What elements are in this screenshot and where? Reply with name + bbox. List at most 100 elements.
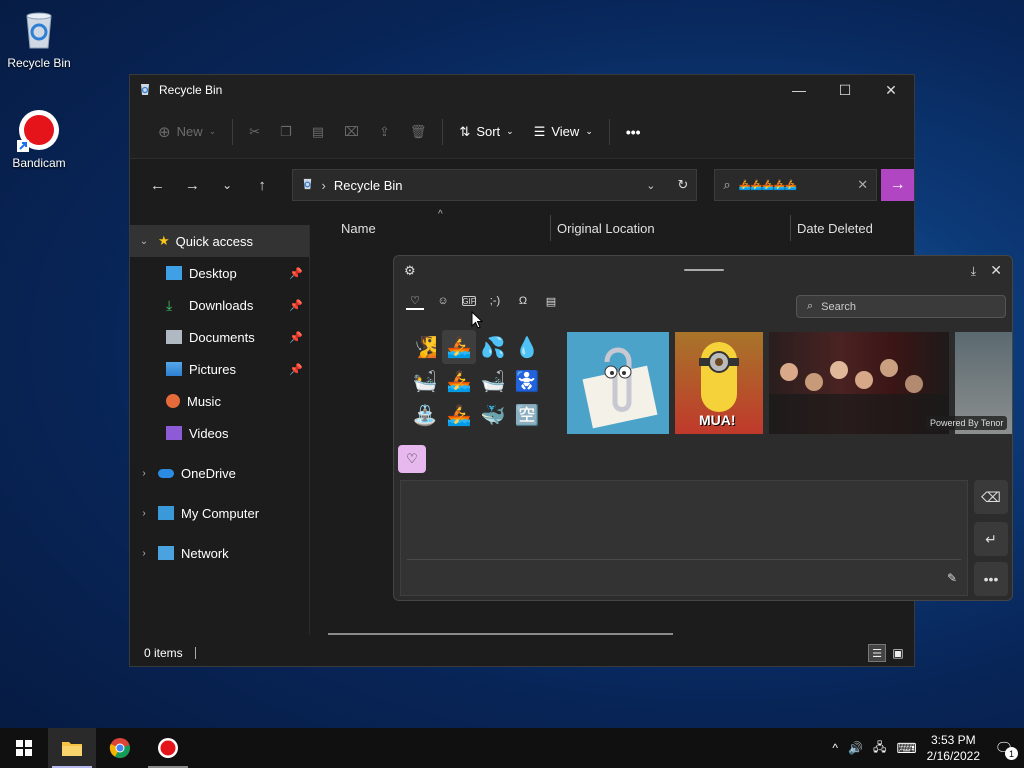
- desktop-icon-recycle-bin[interactable]: Recycle Bin: [0, 8, 78, 70]
- emoji-glyph: 🛁: [480, 370, 506, 393]
- sidebar-item-documents[interactable]: Documents 📌: [130, 321, 309, 353]
- desktop-icon-bandicam[interactable]: Bandicam: [0, 108, 78, 170]
- back-button[interactable]: ←: [142, 170, 173, 200]
- emoji-item[interactable]: 🚼: [510, 364, 544, 398]
- emoji-text-preview[interactable]: ✎: [400, 480, 968, 596]
- column-divider[interactable]: [790, 215, 791, 241]
- tab-recent-heart-icon[interactable]: ♡: [406, 292, 424, 310]
- sidebar-item-onedrive[interactable]: › OneDrive: [130, 457, 309, 489]
- enter-button[interactable]: ↵: [974, 522, 1008, 556]
- notification-center-button[interactable]: 🗨 1: [990, 734, 1018, 762]
- emoji-item[interactable]: 🚣: [442, 398, 476, 432]
- emoji-glyph: 🈳: [514, 404, 540, 427]
- recent-emoji-button[interactable]: ♡: [398, 445, 426, 473]
- tab-emoji-smiley-icon[interactable]: ☺: [434, 292, 452, 310]
- start-button[interactable]: [0, 728, 48, 768]
- handwriting-pen-icon[interactable]: ✎: [947, 571, 957, 585]
- sidebar-item-videos[interactable]: Videos: [130, 417, 309, 449]
- share-button[interactable]: ⇪: [369, 116, 400, 148]
- network-icon[interactable]: 🖧: [873, 738, 886, 759]
- paste-button[interactable]: ▤: [302, 116, 334, 148]
- tab-kaomoji-icon[interactable]: ;-): [486, 292, 504, 310]
- emoji-item[interactable]: 🈳: [510, 398, 544, 432]
- emoji-item[interactable]: 🐳: [476, 398, 510, 432]
- address-dropdown-icon[interactable]: ⌄: [646, 179, 655, 192]
- clear-search-icon[interactable]: ✕: [857, 177, 868, 193]
- more-button[interactable]: •••: [974, 562, 1008, 596]
- column-original-location[interactable]: Original Location: [557, 221, 655, 236]
- sidebar-item-label: My Computer: [181, 505, 260, 521]
- refresh-icon[interactable]: ↻: [678, 177, 689, 193]
- rename-button[interactable]: ⌧: [334, 116, 369, 148]
- tab-symbols-icon[interactable]: Ω: [514, 292, 532, 310]
- forward-button[interactable]: →: [177, 170, 208, 200]
- chevron-down-icon: ⌄: [222, 178, 233, 192]
- emoji-item[interactable]: 💦: [476, 330, 510, 364]
- emoji-item[interactable]: 💧: [510, 330, 544, 364]
- tab-gif-icon[interactable]: GIF: [462, 296, 476, 306]
- emoji-item[interactable]: 🚣: [442, 364, 476, 398]
- chevron-down-icon[interactable]: ⌄: [130, 236, 158, 247]
- emoji-item[interactable]: 🚣: [442, 330, 476, 364]
- clock[interactable]: 3:53 PM 2/16/2022: [927, 732, 980, 764]
- chevron-right-icon[interactable]: ›: [130, 508, 158, 519]
- sidebar-item-music[interactable]: Music: [130, 385, 309, 417]
- column-date-deleted[interactable]: Date Deleted: [797, 221, 873, 236]
- sidebar-item-network[interactable]: › Network: [130, 537, 309, 569]
- backspace-button[interactable]: ⌫: [974, 480, 1008, 514]
- sort-button[interactable]: ⇅ Sort ⌄: [449, 116, 523, 148]
- settings-gear-icon[interactable]: ⚙: [404, 263, 416, 279]
- search-input[interactable]: 🚣🚣🚣🚣🚣: [739, 180, 797, 191]
- emoji-item[interactable]: 🧏: [408, 330, 442, 364]
- sidebar-item-pictures[interactable]: Pictures 📌: [130, 353, 309, 385]
- sidebar-item-quick-access[interactable]: ⌄ ★ Quick access: [130, 225, 309, 257]
- details-view-button[interactable]: ☰: [868, 644, 886, 662]
- title-bar[interactable]: Recycle Bin — ☐ ✕: [130, 75, 914, 105]
- search-box[interactable]: ⌕ 🚣🚣🚣🚣🚣 ✕: [714, 169, 878, 201]
- recent-locations-button[interactable]: ⌄: [212, 170, 243, 200]
- taskbar-bandicam[interactable]: [144, 728, 192, 768]
- new-button[interactable]: ⊕ New ⌄: [148, 116, 226, 148]
- emoji-glyph: 💦: [480, 336, 506, 359]
- column-divider[interactable]: [550, 215, 551, 241]
- tab-clipboard-icon[interactable]: ▤: [542, 292, 560, 310]
- emoji-grid: 🧏 🚣 💦 💧 🛀 🚣 🛁 🚼 ⛲ 🚣 🐳 🈳: [408, 330, 544, 432]
- gif-item-minion[interactable]: MUA!: [675, 332, 763, 434]
- close-icon[interactable]: ✕: [990, 262, 1002, 279]
- gif-item-clippy[interactable]: [567, 332, 669, 434]
- emoji-item[interactable]: 🛁: [476, 364, 510, 398]
- desktop-folder-icon: [166, 266, 182, 280]
- volume-icon[interactable]: 🔊: [848, 741, 863, 755]
- column-name[interactable]: Name: [341, 221, 376, 236]
- delete-button[interactable]: 🗑: [400, 116, 437, 148]
- gif-item-crowd[interactable]: [769, 332, 949, 434]
- emoji-item[interactable]: 🛀: [408, 364, 442, 398]
- address-bar[interactable]: › Recycle Bin ⌄ ↻: [291, 169, 698, 201]
- maximize-button[interactable]: ☐: [822, 75, 868, 105]
- drag-handle[interactable]: [684, 269, 724, 271]
- large-icons-view-button[interactable]: ▣: [889, 644, 907, 662]
- more-options-button[interactable]: •••: [616, 116, 651, 148]
- horizontal-scrollbar[interactable]: [328, 633, 673, 635]
- emoji-search-box[interactable]: ⌕ Search: [796, 295, 1006, 318]
- picture-icon: [166, 362, 182, 376]
- chevron-right-icon[interactable]: ›: [130, 548, 158, 559]
- up-button[interactable]: ↑: [247, 170, 278, 200]
- sidebar-item-my-computer[interactable]: › My Computer: [130, 497, 309, 529]
- cut-button[interactable]: ✂: [239, 116, 270, 148]
- emoji-search-input[interactable]: Search: [821, 301, 856, 313]
- taskbar-file-explorer[interactable]: [48, 728, 96, 768]
- sidebar-item-desktop[interactable]: Desktop 📌: [130, 257, 309, 289]
- minimize-button[interactable]: —: [776, 75, 822, 105]
- copy-button[interactable]: ❐: [270, 116, 302, 148]
- sidebar-item-downloads[interactable]: ⤓ Downloads 📌: [130, 289, 309, 321]
- pin-panel-icon[interactable]: ⤓: [971, 264, 976, 279]
- close-button[interactable]: ✕: [868, 75, 914, 105]
- show-hidden-icons-chevron-icon[interactable]: ^: [832, 741, 838, 755]
- taskbar-chrome[interactable]: [96, 728, 144, 768]
- search-submit-button[interactable]: →: [881, 169, 914, 201]
- keyboard-icon[interactable]: ⌨: [896, 740, 916, 757]
- emoji-item[interactable]: ⛲: [408, 398, 442, 432]
- view-button[interactable]: ☰ View ⌄: [524, 116, 603, 148]
- chevron-right-icon[interactable]: ›: [130, 468, 158, 479]
